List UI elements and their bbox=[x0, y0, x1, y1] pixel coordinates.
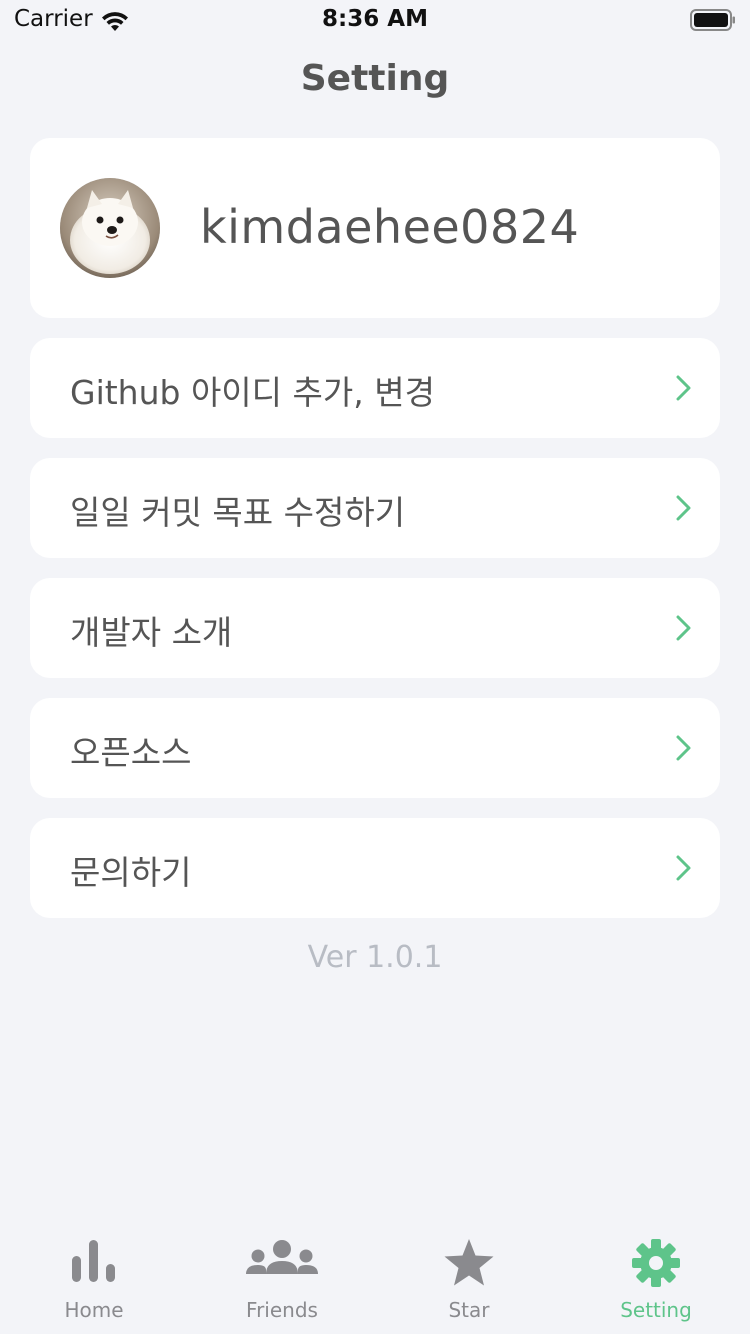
tab-label: Star bbox=[448, 1298, 490, 1322]
chevron-right-icon bbox=[676, 375, 691, 401]
tab-label: Setting bbox=[620, 1298, 692, 1322]
tab-bar: Home Friends Star Setting bbox=[0, 1224, 750, 1334]
menu-item-label: 개발자 소개 bbox=[70, 613, 233, 652]
gear-icon bbox=[632, 1239, 680, 1287]
status-time: 8:36 AM bbox=[322, 6, 428, 32]
avatar-photo-icon bbox=[60, 178, 160, 278]
menu-item-label: 일일 커밋 목표 수정하기 bbox=[70, 493, 406, 532]
menu-item-daily-goal[interactable]: 일일 커밋 목표 수정하기 bbox=[30, 458, 720, 558]
menu-item-contact[interactable]: 문의하기 bbox=[30, 818, 720, 918]
chevron-right-icon bbox=[676, 855, 691, 881]
status-bar: Carrier 8:36 AM bbox=[0, 0, 750, 40]
version-label: Ver 1.0.1 bbox=[307, 940, 443, 975]
tab-setting[interactable]: Setting bbox=[562, 1224, 750, 1334]
username: kimdaehee0824 bbox=[200, 200, 580, 254]
bar-chart-icon bbox=[72, 1240, 115, 1282]
tab-friends[interactable]: Friends bbox=[188, 1224, 376, 1334]
menu-item-developer-intro[interactable]: 개발자 소개 bbox=[30, 578, 720, 678]
profile-card[interactable]: kimdaehee0824 bbox=[30, 138, 720, 318]
star-icon bbox=[444, 1239, 494, 1286]
battery-icon bbox=[690, 9, 735, 31]
page-title: Setting bbox=[300, 58, 450, 99]
menu-item-label: Github 아이디 추가, 변경 bbox=[70, 373, 435, 412]
menu-item-label: 오픈소스 bbox=[70, 733, 192, 772]
chevron-right-icon bbox=[676, 735, 691, 761]
tab-star[interactable]: Star bbox=[375, 1224, 563, 1334]
chevron-right-icon bbox=[676, 495, 691, 521]
menu-item-open-source[interactable]: 오픈소스 bbox=[30, 698, 720, 798]
people-icon bbox=[246, 1240, 318, 1274]
tab-home[interactable]: Home bbox=[0, 1224, 188, 1334]
avatar bbox=[60, 178, 160, 278]
tab-label: Home bbox=[64, 1298, 124, 1322]
menu-item-github-id[interactable]: Github 아이디 추가, 변경 bbox=[30, 338, 720, 438]
menu-item-label: 문의하기 bbox=[70, 853, 192, 892]
chevron-right-icon bbox=[676, 615, 691, 641]
tab-label: Friends bbox=[246, 1298, 318, 1322]
